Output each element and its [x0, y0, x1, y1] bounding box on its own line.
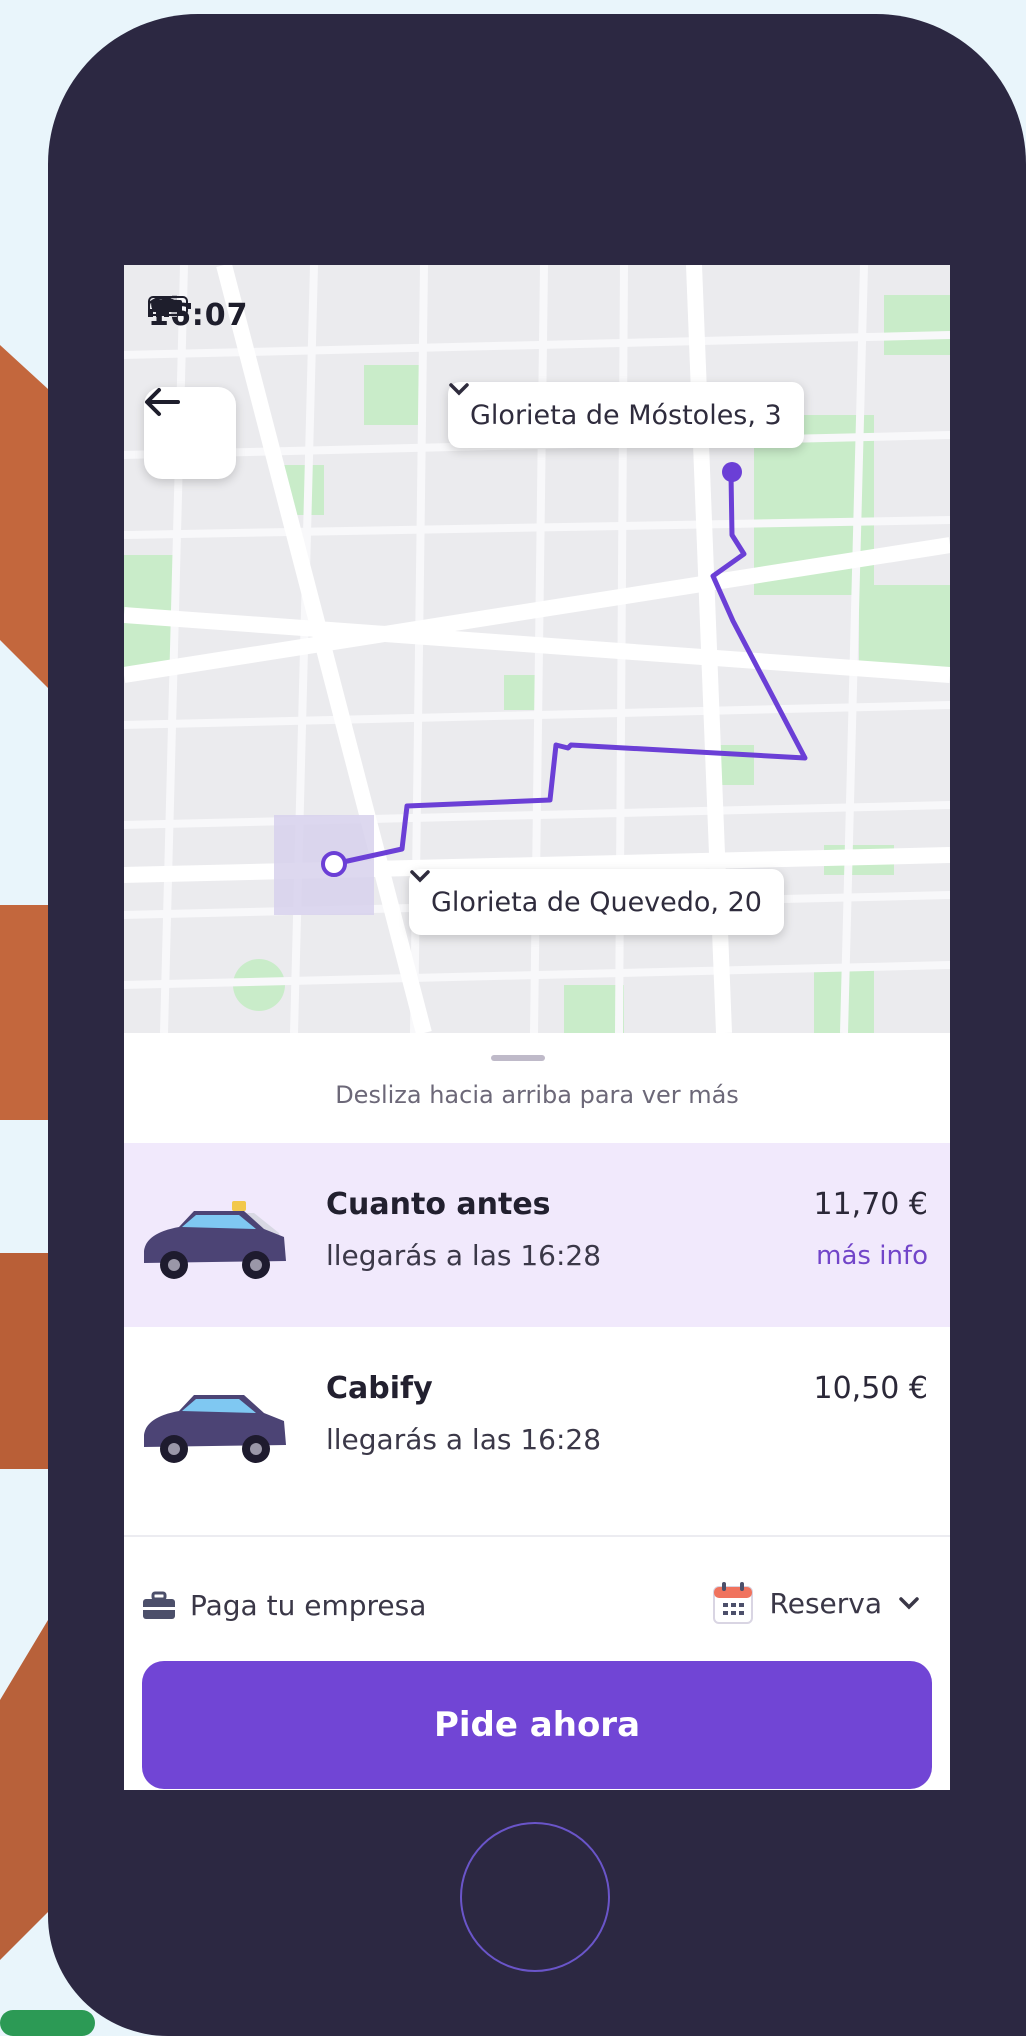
chevron-down-icon	[449, 383, 469, 396]
ride-option-price: 11,70 €	[813, 1187, 928, 1222]
chevron-down-icon	[410, 870, 430, 883]
ride-option-title: Cuanto antes	[326, 1187, 551, 1222]
reserve-selector[interactable]: Reserva	[712, 1581, 920, 1625]
origin-pin	[321, 851, 347, 877]
reserve-label: Reserva	[769, 1586, 882, 1620]
payment-selector[interactable]: Paga tu empresa	[142, 1589, 426, 1622]
status-bar: 16:07	[148, 295, 926, 335]
payment-label: Paga tu empresa	[190, 1589, 427, 1622]
order-now-button[interactable]: Pide ahora	[142, 1661, 932, 1789]
ride-option-eta: llegarás a las 16:28	[326, 1239, 602, 1272]
bottom-sheet: Desliza hacia arriba para ver más Cuanto…	[124, 1033, 950, 1790]
divider	[124, 1535, 950, 1537]
ride-option-cuanto-antes[interactable]: Cuanto antes llegarás a las 16:28 11,70 …	[124, 1143, 950, 1327]
destination-label: Glorieta de Móstoles, 3	[470, 399, 782, 431]
chevron-down-icon	[899, 1597, 919, 1610]
taxi-car-icon	[144, 1201, 286, 1279]
map-view[interactable]: 16:07 Glorieta de Móstoles, 3 Glorieta d…	[124, 265, 950, 1033]
origin-label: Glorieta de Quevedo, 20	[431, 886, 762, 918]
destination-selector[interactable]: Glorieta de Móstoles, 3	[448, 382, 804, 448]
ride-option-cabify[interactable]: Cabify llegarás a las 16:28 10,50 €	[124, 1327, 950, 1511]
back-button[interactable]	[144, 387, 236, 479]
calendar-icon	[712, 1582, 753, 1624]
car-icon	[144, 1395, 286, 1463]
app-screen: 16:07 Glorieta de Móstoles, 3 Glorieta d…	[124, 265, 950, 1790]
briefcase-icon	[143, 1591, 175, 1619]
swipe-hint: Desliza hacia arriba para ver más	[335, 1081, 739, 1109]
more-info-link[interactable]: más info	[816, 1241, 928, 1271]
drag-handle[interactable]	[491, 1055, 545, 1061]
destination-pin	[722, 462, 742, 482]
ride-option-title: Cabify	[326, 1371, 433, 1406]
ride-option-price: 10,50 €	[813, 1371, 928, 1406]
ride-option-eta: llegarás a las 16:28	[326, 1423, 602, 1456]
home-button[interactable]	[460, 1822, 610, 1972]
battery-icon	[148, 296, 191, 316]
back-arrow-icon	[145, 388, 180, 416]
origin-selector[interactable]: Glorieta de Quevedo, 20	[409, 869, 784, 935]
